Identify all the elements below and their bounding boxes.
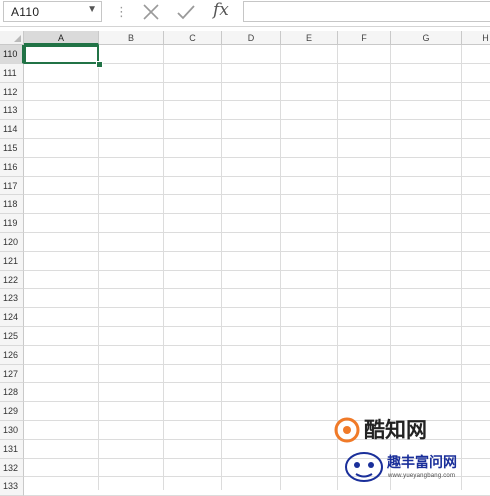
formula-bar-separator[interactable]: ⋮ [115,4,128,20]
row-gridline [24,100,490,102]
row-header-119[interactable]: 119 [0,214,24,233]
column-header-e[interactable]: E [281,31,338,45]
watermark-logo-icon [334,417,360,443]
row-header-127[interactable]: 127 [0,364,24,384]
row-gridline [24,326,490,327]
select-all-triangle-icon [14,35,21,42]
row-header-117[interactable]: 117 [0,176,24,196]
row-gridline [24,344,490,346]
row-gridline [24,269,490,271]
row-gridline [24,363,490,365]
row-gridline [24,81,490,83]
column-header-c[interactable]: C [164,31,222,45]
column-gridline [163,45,164,490]
watermark-mascot-icon [345,452,383,482]
row-header-129[interactable]: 129 [0,402,24,421]
select-all-button[interactable] [0,31,24,45]
column-header-a[interactable]: A [24,31,99,45]
row-header-131[interactable]: 131 [0,439,24,459]
row-header-121[interactable]: 121 [0,251,24,271]
row-header-126[interactable]: 126 [0,345,24,365]
row-gridline [24,250,490,252]
row-header-130[interactable]: 130 [0,421,24,440]
column-header-d[interactable]: D [222,31,281,45]
chevron-down-icon[interactable]: ▼ [87,4,97,15]
row-header-112[interactable]: 112 [0,82,24,102]
formula-input[interactable] [243,1,490,22]
row-header-133[interactable]: 133 [0,477,24,496]
insert-function-button[interactable]: fx [213,0,229,20]
row-gridline [24,401,490,403]
name-box-value[interactable]: A110 [11,5,39,19]
row-gridline [24,213,490,215]
column-header-g[interactable]: G [391,31,462,45]
row-gridline [24,119,490,121]
watermark-text-1: 酷知网 [364,419,427,442]
column-gridline [280,45,281,490]
watermark-text-2: 趣丰富问网 [387,454,457,470]
row-header-128[interactable]: 128 [0,383,24,403]
cancel-icon[interactable] [142,3,160,21]
row-gridline [24,288,490,290]
row-header-123[interactable]: 123 [0,289,24,309]
row-gridline [24,194,490,196]
row-header-125[interactable]: 125 [0,327,24,346]
row-gridline [24,156,490,158]
watermark-url: www.yueyangbang.com [388,473,456,479]
row-header-115[interactable]: 115 [0,139,24,158]
name-box[interactable]: A110 ▼ [3,1,102,22]
row-gridline [24,138,490,139]
column-header-h[interactable]: H [462,31,490,45]
formula-bar: A110 ▼ ⋮ fx [0,0,490,27]
column-gridline [461,45,462,490]
row-header-114[interactable]: 114 [0,120,24,139]
row-header-124[interactable]: 124 [0,308,24,327]
check-icon[interactable] [176,3,196,21]
row-gridline [24,307,490,309]
column-header-b[interactable]: B [99,31,164,45]
row-header-116[interactable]: 116 [0,157,24,177]
row-header-110[interactable]: 110 [0,45,24,64]
row-header-113[interactable]: 113 [0,101,24,121]
column-gridline [221,45,222,490]
row-gridline [24,382,490,384]
fill-handle[interactable] [96,61,103,68]
row-gridline [24,175,490,177]
row-header-120[interactable]: 120 [0,233,24,252]
active-cell[interactable] [24,45,99,64]
column-gridline [98,45,99,490]
row-header-122[interactable]: 122 [0,270,24,290]
row-header-132[interactable]: 132 [0,458,24,478]
row-gridline [24,232,490,233]
row-header-111[interactable]: 111 [0,63,24,83]
column-header-f[interactable]: F [338,31,391,45]
row-header-118[interactable]: 118 [0,195,24,215]
